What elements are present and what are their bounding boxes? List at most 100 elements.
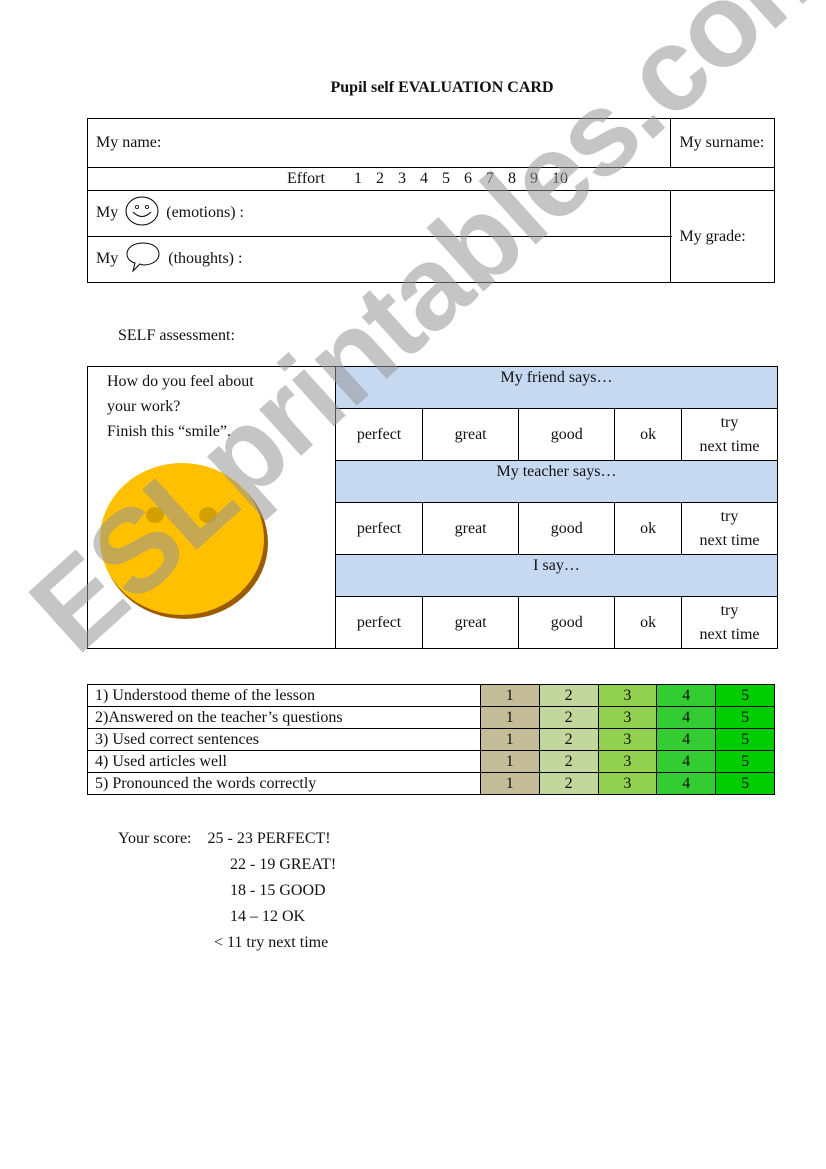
score-option[interactable]: 3 xyxy=(597,706,658,729)
effort-option[interactable]: 4 xyxy=(420,170,428,188)
rating-option[interactable]: ok xyxy=(614,408,683,461)
i-say-heading: I say… xyxy=(334,554,779,597)
friend-says-heading: My friend says… xyxy=(334,366,779,409)
rating-option[interactable]: perfect xyxy=(334,408,424,461)
score-range: 18 - 15 GOOD xyxy=(230,882,326,899)
score-option[interactable]: 2 xyxy=(538,706,599,729)
score-range: 25 - 23 PERFECT! xyxy=(207,830,331,847)
score-option[interactable]: 2 xyxy=(538,728,599,751)
blank-smiley-face-icon[interactable] xyxy=(100,461,270,629)
rating-option[interactable]: ok xyxy=(614,596,683,649)
score-option[interactable]: 4 xyxy=(656,772,717,795)
score-option[interactable]: 1 xyxy=(479,728,540,751)
score-option[interactable]: 1 xyxy=(479,772,540,795)
smiley-face-icon xyxy=(125,196,159,231)
rating-option[interactable]: great xyxy=(422,596,520,649)
score-option[interactable]: 5 xyxy=(715,750,775,773)
rating-option-line: next time xyxy=(699,437,760,455)
score-option[interactable]: 5 xyxy=(715,684,775,707)
rating-option[interactable]: good xyxy=(518,408,616,461)
rating-option-line: try xyxy=(720,507,739,525)
effort-option[interactable]: 6 xyxy=(464,170,472,188)
teacher-says-heading: My teacher says… xyxy=(334,460,779,503)
speech-bubble-icon xyxy=(125,241,161,278)
effort-option[interactable]: 10 xyxy=(552,170,568,188)
name-label: My name: xyxy=(96,134,162,151)
rating-option[interactable]: try next time xyxy=(681,408,778,461)
self-assessment-table: How do you feel about your work? Finish … xyxy=(87,366,779,649)
page-title: Pupil self EVALUATION CARD xyxy=(330,79,554,96)
score-option[interactable]: 4 xyxy=(656,706,717,729)
name-field[interactable]: My name: xyxy=(86,118,672,168)
criteria-row: 3) Used correct sentences 1 2 3 4 5 xyxy=(87,728,775,751)
criteria-row: 2)Answered on the teacher’s questions 1 2 3… xyxy=(87,706,775,729)
smile-prompt-cell: How do you feel about your work? Finish … xyxy=(87,366,336,649)
score-option[interactable]: 5 xyxy=(715,772,775,795)
criteria-row: 4) Used articles well 1 2 3 4 5 xyxy=(87,750,775,773)
grade-label: My grade: xyxy=(679,227,746,245)
emotions-field[interactable]: My (emotions) : xyxy=(86,190,672,237)
score-option[interactable]: 1 xyxy=(479,750,540,773)
score-key: Your score: 25 - 23 PERFECT! 22 - 19 GRE… xyxy=(118,826,336,956)
criteria-table: 1) Understood theme of the lesson 1 2 3 4 5 2)… xyxy=(87,684,775,795)
rating-option[interactable]: great xyxy=(422,408,520,461)
rating-option[interactable]: perfect xyxy=(334,502,424,555)
rating-option[interactable]: ok xyxy=(614,502,683,555)
effort-option[interactable]: 3 xyxy=(398,170,406,188)
score-range: 22 - 19 GREAT! xyxy=(230,856,337,873)
thoughts-prefix: My xyxy=(96,250,119,268)
score-option[interactable]: 5 xyxy=(715,728,775,751)
effort-option[interactable]: 5 xyxy=(442,170,450,188)
criteria-label: 2)Answered on the teacher’s questions xyxy=(87,706,481,729)
score-range: 14 – 12 OK xyxy=(230,908,306,925)
prompt-line-1: How do you feel about xyxy=(107,373,254,390)
surname-field[interactable]: My surname: xyxy=(670,118,775,168)
effort-scale: Effort 1 2 3 4 5 6 7 8 9 10 xyxy=(87,167,775,191)
score-option[interactable]: 4 xyxy=(656,728,717,751)
rating-option[interactable]: good xyxy=(518,502,616,555)
score-option[interactable]: 1 xyxy=(479,706,540,729)
score-option[interactable]: 2 xyxy=(538,684,599,707)
score-option[interactable]: 3 xyxy=(597,684,658,707)
effort-option[interactable]: 9 xyxy=(530,170,538,188)
criteria-label: 1) Understood theme of the lesson xyxy=(87,684,481,707)
score-option[interactable]: 3 xyxy=(597,772,658,795)
score-label: Your score: xyxy=(118,830,192,847)
rating-option-line: next time xyxy=(699,531,760,549)
effort-option[interactable]: 8 xyxy=(508,170,516,188)
score-option[interactable]: 4 xyxy=(656,684,717,707)
rating-option[interactable]: great xyxy=(422,502,520,555)
criteria-row: 5) Pronounced the words correctly 1 2 3 4 5 xyxy=(87,772,775,795)
effort-label: Effort xyxy=(287,170,325,187)
score-option[interactable]: 1 xyxy=(479,684,540,707)
grade-field[interactable]: My grade: xyxy=(670,190,775,283)
effort-option[interactable]: 7 xyxy=(486,170,494,188)
pupil-info-table: My name: My surname: Effort 1 2 3 4 5 6 7 8 9 10 … xyxy=(86,118,775,283)
criteria-label: 4) Used articles well xyxy=(87,750,481,773)
criteria-label: 3) Used correct sentences xyxy=(87,728,481,751)
rating-option-line: try xyxy=(720,601,739,619)
rating-option[interactable]: good xyxy=(518,596,616,649)
score-option[interactable]: 5 xyxy=(715,706,775,729)
score-option[interactable]: 4 xyxy=(656,750,717,773)
rating-option[interactable]: try next time xyxy=(681,596,778,649)
rating-option[interactable]: try next time xyxy=(681,502,778,555)
emotions-label: (emotions) : xyxy=(166,204,244,222)
prompt-line-2: your work? xyxy=(107,398,181,415)
rating-option[interactable]: perfect xyxy=(334,596,424,649)
score-option[interactable]: 3 xyxy=(597,728,658,751)
effort-option[interactable]: 2 xyxy=(376,170,384,188)
rating-option-line: try xyxy=(720,413,739,431)
criteria-label: 5) Pronounced the words correctly xyxy=(87,772,481,795)
thoughts-field[interactable]: My (thoughts) : xyxy=(86,236,672,283)
score-range: < 11 try next time xyxy=(214,934,329,951)
score-option[interactable]: 3 xyxy=(597,750,658,773)
score-option[interactable]: 2 xyxy=(538,750,599,773)
prompt-line-3: Finish this “smile”. xyxy=(107,423,231,440)
emotions-prefix: My xyxy=(96,204,119,222)
effort-option[interactable]: 1 xyxy=(354,170,362,188)
criteria-row: 1) Understood theme of the lesson 1 2 3 4 5 xyxy=(87,684,775,707)
thoughts-label: (thoughts) : xyxy=(168,250,243,268)
surname-label: My surname: xyxy=(679,134,765,151)
score-option[interactable]: 2 xyxy=(538,772,599,795)
